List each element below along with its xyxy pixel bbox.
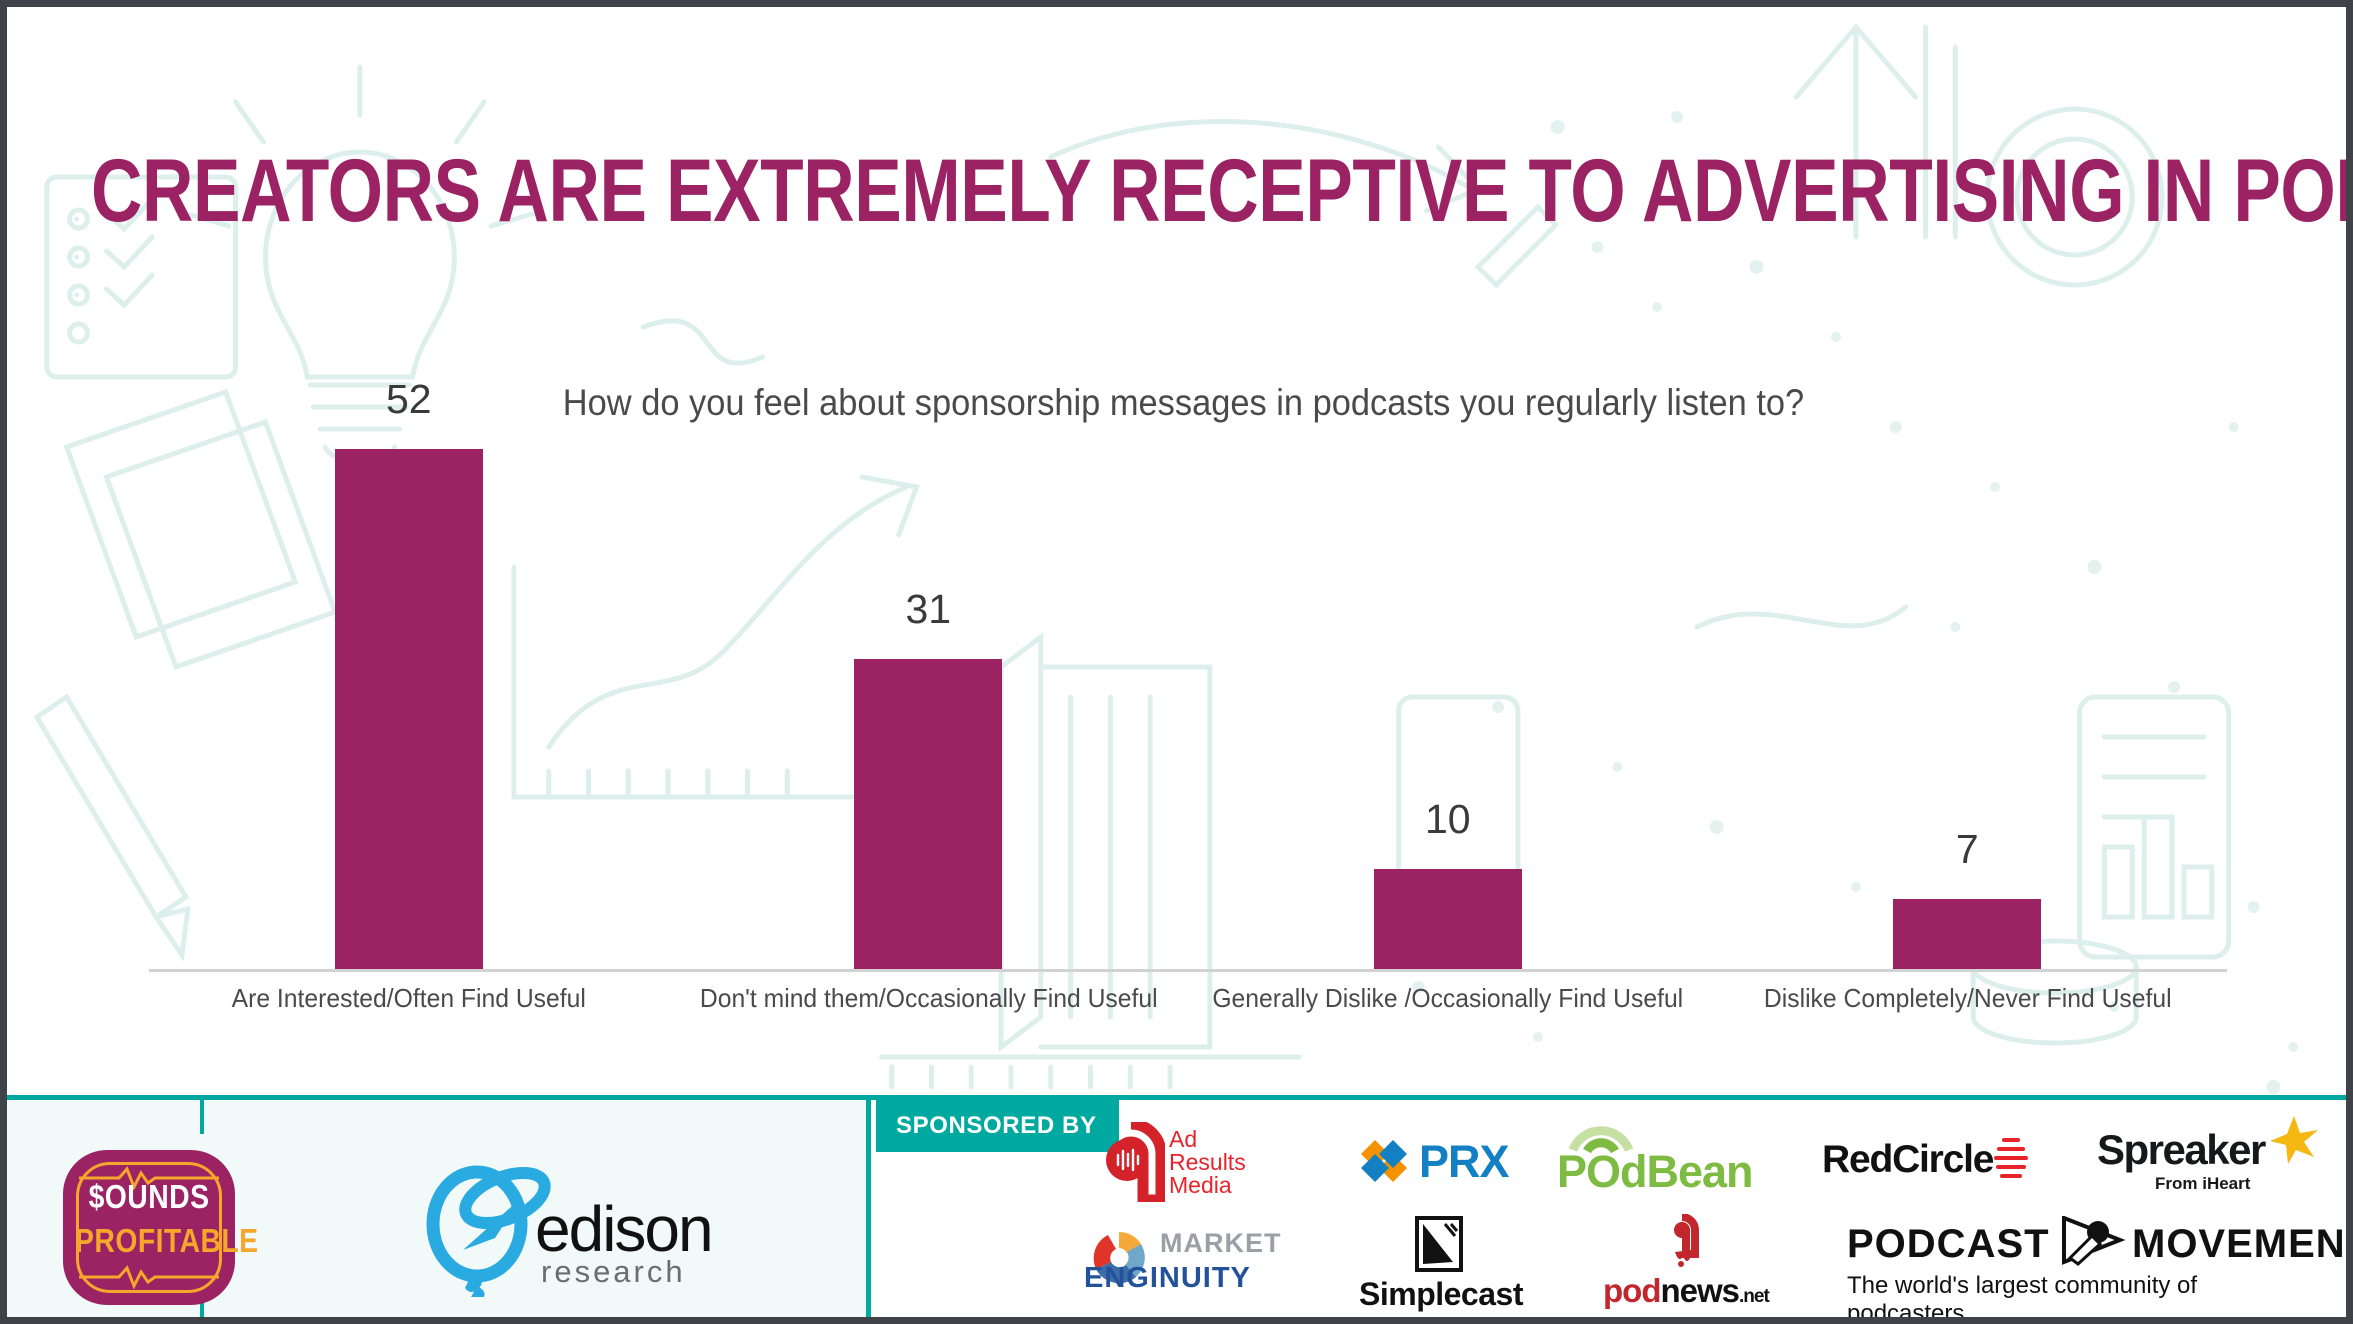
waveform-icon-bottom [79, 1265, 219, 1289]
arm-line3: Media [1169, 1172, 1232, 1198]
bar-value-4: 7 [1955, 826, 1979, 872]
sponsor-ad-results-media[interactable]: Ad Results Media [1097, 1118, 1287, 1206]
market-enginuity-line1: MARKET [1160, 1228, 1282, 1258]
sponsor-podcast-movement[interactable]: PODCAST MOVEMENT The world's largest com… [1847, 1216, 2346, 1317]
x-axis-label-1: Are Interested/Often Find Useful [231, 983, 586, 1013]
spreaker-from-text: From iHeart [2155, 1174, 2251, 1193]
podnews-tld: .net [1739, 1286, 1770, 1307]
sponsor-redcircle[interactable]: RedCircle [1822, 1138, 2032, 1198]
prx-icon [1361, 1140, 1407, 1182]
sponsor-prx[interactable]: PRX [1357, 1134, 1537, 1196]
sounds-profitable-line1: $OUNDS [88, 1178, 210, 1215]
spreaker-wordmark: Spreaker [2097, 1126, 2266, 1173]
sponsor-spreaker[interactable]: Spreaker From iHeart [2097, 1116, 2337, 1212]
x-axis-label-4: Dislike Completely/Never Find Useful [1763, 983, 2172, 1013]
podbean-wordmark: POdBean [1557, 1146, 1754, 1197]
simplecast-wordmark: Simplecast [1359, 1276, 1523, 1312]
sponsor-podnews[interactable]: podnews.net [1597, 1214, 1787, 1310]
bar-group-1[interactable]: 52 [149, 334, 669, 969]
podcast-movement-mic-play-icon [2062, 1216, 2126, 1266]
bar-group-4[interactable]: 7 [1708, 334, 2228, 969]
ad-results-media-icon [1106, 1118, 1167, 1206]
edison-research-logo[interactable]: edison research [417, 1162, 757, 1297]
x-axis-line [149, 969, 2227, 972]
sponsor-podbean[interactable]: POdBean [1557, 1122, 1787, 1202]
podcast-movement-tagline: The world's largest community of podcast… [1847, 1272, 2198, 1324]
podnews-pod: pod [1603, 1272, 1661, 1309]
podnews-news: news [1660, 1272, 1740, 1309]
ad-results-media-wordmark: Ad Results Media [1169, 1128, 1246, 1197]
bar-1[interactable] [334, 449, 483, 969]
podnews-wordmark: podnews.net [1603, 1272, 1770, 1310]
footer-bar: $OUNDS PROFITABLE edison research SPONSO… [7, 1095, 2346, 1317]
divider-tick-top [200, 1100, 204, 1134]
bar-2[interactable] [854, 659, 1003, 969]
x-axis-label-3: Generally Dislike /Occasionally Find Use… [1212, 983, 1684, 1013]
sponsor-simplecast[interactable]: Simplecast [1357, 1216, 1537, 1312]
page-title: CREATORS ARE EXTREMELY RECEPTIVE TO ADVE… [91, 140, 2346, 240]
redcircle-icon [1994, 1138, 2028, 1178]
bar-3[interactable] [1373, 869, 1522, 969]
sounds-profitable-logo[interactable]: $OUNDS PROFITABLE [63, 1150, 259, 1305]
arm-line2: Results [1169, 1149, 1246, 1175]
x-axis-label-2: Don't mind them/Occasionally Find Useful [699, 983, 1158, 1013]
podcast-movement-word1: PODCAST [1847, 1222, 2050, 1266]
sponsor-market-enginuity[interactable]: MARKET ENGINUITY [1082, 1222, 1302, 1302]
bar-4[interactable] [1893, 899, 2042, 969]
sounds-profitable-line2: PROFITABLE [75, 1222, 259, 1259]
podcast-movement-word2: MOVEMENT [2132, 1222, 2353, 1266]
arm-line1: Ad [1169, 1126, 1198, 1152]
edison-subtext: research [541, 1254, 686, 1289]
podnews-mic-icon [1673, 1214, 1699, 1267]
chart-container: How do you feel about sponsorship messag… [7, 334, 2346, 1097]
bar-group-2[interactable]: 31 [669, 334, 1189, 969]
chart-plot-area: 52 31 10 7 Are Interested/Often Find Use… [149, 334, 2228, 1013]
footer-brand-panel: $OUNDS PROFITABLE edison research [7, 1100, 871, 1317]
prx-wordmark: PRX [1419, 1136, 1510, 1187]
spreaker-star-icon [2270, 1116, 2318, 1164]
sponsored-by-badge: SPONSORED BY [876, 1100, 1119, 1152]
simplecast-icon [1415, 1216, 1463, 1272]
market-enginuity-line2: ENGINUITY [1084, 1262, 1251, 1294]
redcircle-wordmark: RedCircle [1822, 1138, 1994, 1181]
bar-value-3: 10 [1424, 796, 1471, 842]
bar-value-2: 31 [905, 586, 952, 632]
bar-group-3[interactable]: 10 [1188, 334, 1708, 969]
slide-canvas: CREATORS ARE EXTREMELY RECEPTIVE TO ADVE… [0, 0, 2353, 1324]
spreaker-subtext: From iHeart [2155, 1174, 2250, 1194]
bar-value-1: 52 [385, 376, 432, 422]
